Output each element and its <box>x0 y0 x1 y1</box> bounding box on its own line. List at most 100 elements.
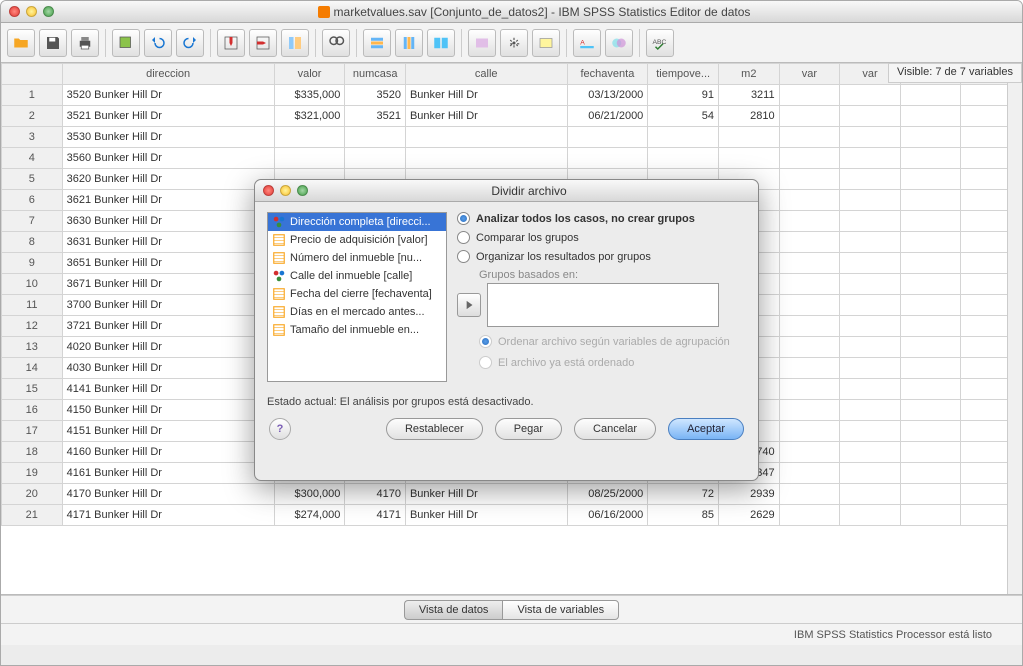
groups-listbox[interactable] <box>487 283 719 327</box>
variable-list-item[interactable]: Número del inmueble [nu... <box>268 249 446 267</box>
cell-tiempo[interactable]: 72 <box>648 484 719 505</box>
redo-button[interactable] <box>176 29 204 57</box>
cell-m2[interactable] <box>719 127 780 148</box>
cell-var[interactable] <box>840 190 901 211</box>
variable-list-item[interactable]: Días en el mercado antes... <box>268 303 446 321</box>
row-number[interactable]: 9 <box>2 253 63 274</box>
cell-direccion[interactable]: 3621 Bunker Hill Dr <box>62 190 274 211</box>
undo-button[interactable] <box>144 29 172 57</box>
cell-m2[interactable]: 2810 <box>719 106 780 127</box>
value-labels-button[interactable] <box>532 29 560 57</box>
cell-direccion[interactable]: 3671 Bunker Hill Dr <box>62 274 274 295</box>
row-number[interactable]: 15 <box>2 379 63 400</box>
cell-numcasa[interactable]: 3521 <box>345 106 406 127</box>
cell-direccion[interactable]: 3631 Bunker Hill Dr <box>62 232 274 253</box>
zoom-window-icon[interactable] <box>43 6 54 17</box>
cell-var[interactable] <box>840 106 901 127</box>
cell-var[interactable] <box>900 106 961 127</box>
cell-var[interactable] <box>840 232 901 253</box>
cell-valor[interactable] <box>274 148 345 169</box>
show-all-button[interactable] <box>605 29 633 57</box>
cell-var[interactable] <box>779 316 840 337</box>
row-number[interactable]: 18 <box>2 442 63 463</box>
save-button[interactable] <box>39 29 67 57</box>
close-window-icon[interactable] <box>9 6 20 17</box>
split-file-button[interactable] <box>427 29 455 57</box>
cell-tiempo[interactable] <box>648 127 719 148</box>
cell-var[interactable] <box>840 253 901 274</box>
col-numcasa[interactable]: numcasa <box>345 64 406 85</box>
cell-direccion[interactable]: 4150 Bunker Hill Dr <box>62 400 274 421</box>
cell-direccion[interactable]: 4141 Bunker Hill Dr <box>62 379 274 400</box>
cell-var[interactable] <box>779 295 840 316</box>
cell-m2[interactable]: 3211 <box>719 85 780 106</box>
cell-direccion[interactable]: 3521 Bunker Hill Dr <box>62 106 274 127</box>
cell-m2[interactable] <box>719 148 780 169</box>
row-number[interactable]: 14 <box>2 358 63 379</box>
spellcheck-button[interactable]: ABC <box>646 29 674 57</box>
row-number[interactable]: 5 <box>2 169 63 190</box>
cell-var[interactable] <box>840 211 901 232</box>
cell-direccion[interactable]: 4151 Bunker Hill Dr <box>62 421 274 442</box>
cell-tiempo[interactable]: 91 <box>648 85 719 106</box>
cell-var[interactable] <box>779 148 840 169</box>
row-number[interactable]: 6 <box>2 190 63 211</box>
cell-var[interactable] <box>779 337 840 358</box>
cell-direccion[interactable]: 4171 Bunker Hill Dr <box>62 505 274 526</box>
cell-var[interactable] <box>840 400 901 421</box>
weight-cases-button[interactable] <box>468 29 496 57</box>
cell-var[interactable] <box>900 358 961 379</box>
cell-direccion[interactable]: 3700 Bunker Hill Dr <box>62 295 274 316</box>
variable-list-item[interactable]: Calle del inmueble [calle] <box>268 267 446 285</box>
row-number[interactable]: 16 <box>2 400 63 421</box>
cell-var[interactable] <box>840 316 901 337</box>
radio-organize-groups[interactable] <box>457 250 470 263</box>
table-row[interactable]: 3 3530 Bunker Hill Dr <box>2 127 1022 148</box>
cell-var[interactable] <box>779 442 840 463</box>
cell-var[interactable] <box>779 274 840 295</box>
cell-valor[interactable]: $300,000 <box>274 484 345 505</box>
cell-calle[interactable] <box>405 127 567 148</box>
col-valor[interactable]: valor <box>274 64 345 85</box>
row-number[interactable]: 3 <box>2 127 63 148</box>
goto-variable-button[interactable] <box>249 29 277 57</box>
row-number[interactable]: 17 <box>2 421 63 442</box>
cell-var[interactable] <box>900 316 961 337</box>
row-number[interactable]: 12 <box>2 316 63 337</box>
minimize-window-icon[interactable] <box>26 6 37 17</box>
cell-var[interactable] <box>779 190 840 211</box>
cell-var[interactable] <box>779 400 840 421</box>
cell-var[interactable] <box>840 85 901 106</box>
radio-analyze-all[interactable] <box>457 212 470 225</box>
cell-var[interactable] <box>900 400 961 421</box>
row-number[interactable]: 19 <box>2 463 63 484</box>
cell-var[interactable] <box>900 463 961 484</box>
cell-m2[interactable]: 2939 <box>719 484 780 505</box>
cell-fecha[interactable]: 03/13/2000 <box>567 85 648 106</box>
cell-var[interactable] <box>900 484 961 505</box>
use-sets-button[interactable]: A <box>573 29 601 57</box>
dialog-close-icon[interactable] <box>263 185 274 196</box>
row-number[interactable]: 10 <box>2 274 63 295</box>
row-number[interactable]: 2 <box>2 106 63 127</box>
radio-compare-groups[interactable] <box>457 231 470 244</box>
select-cases-button[interactable] <box>500 29 528 57</box>
cell-direccion[interactable]: 4170 Bunker Hill Dr <box>62 484 274 505</box>
goto-case-button[interactable] <box>217 29 245 57</box>
cell-var[interactable] <box>779 484 840 505</box>
row-number[interactable]: 13 <box>2 337 63 358</box>
cell-fecha[interactable] <box>567 148 648 169</box>
cell-fecha[interactable]: 06/21/2000 <box>567 106 648 127</box>
cell-var[interactable] <box>840 148 901 169</box>
cell-direccion[interactable]: 3651 Bunker Hill Dr <box>62 253 274 274</box>
cell-var[interactable] <box>840 484 901 505</box>
insert-variable-button[interactable] <box>395 29 423 57</box>
print-button[interactable] <box>71 29 99 57</box>
cell-var[interactable] <box>840 379 901 400</box>
variable-list-item[interactable]: Dirección completa [direcci... <box>268 213 446 231</box>
move-variable-button[interactable] <box>457 293 481 317</box>
col-tiempove[interactable]: tiempove... <box>648 64 719 85</box>
row-number[interactable]: 20 <box>2 484 63 505</box>
cell-valor[interactable]: $335,000 <box>274 85 345 106</box>
cell-var[interactable] <box>840 421 901 442</box>
